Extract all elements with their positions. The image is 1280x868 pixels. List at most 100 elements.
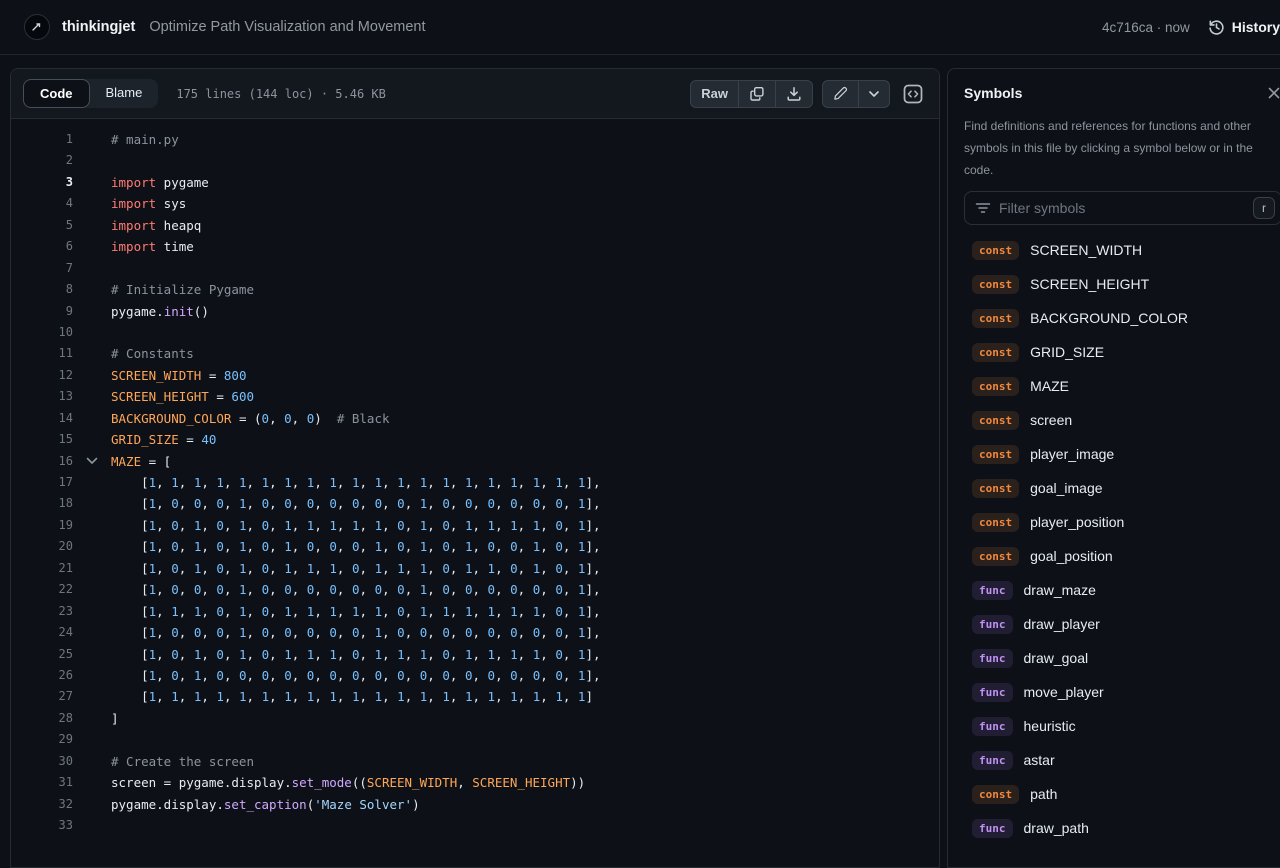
code-line: 20 [1, 0, 1, 0, 1, 0, 1, 0, 0, 0, 1, 0, … [11,536,939,557]
line-number[interactable]: 19 [11,515,73,536]
collapse-toggle[interactable] [73,451,111,472]
symbol-item[interactable]: constMAZE [964,369,1280,403]
code-line: 26 [1, 0, 1, 0, 0, 0, 0, 0, 0, 0, 0, 0, … [11,665,939,686]
symbol-item[interactable]: funcdraw_path [964,811,1280,845]
line-number[interactable]: 11 [11,343,73,364]
line-number[interactable]: 10 [11,322,73,343]
symbol-item[interactable]: constBACKGROUND_COLOR [964,301,1280,335]
line-number[interactable]: 26 [11,665,73,686]
code-line: 6 import time [11,236,939,257]
code-line: 9pygame.init() [11,301,939,322]
line-number[interactable]: 17 [11,472,73,493]
line-number[interactable]: 29 [11,729,73,750]
code-text: pygame.display.set_caption('Maze Solver'… [111,794,939,815]
symbol-kind-badge: const [972,241,1019,260]
symbol-item[interactable]: funcastar [964,743,1280,777]
avatar[interactable] [24,14,50,40]
tab-blame[interactable]: Blame [90,79,159,108]
symbol-item[interactable]: constplayer_position [964,505,1280,539]
line-number[interactable]: 15 [11,429,73,450]
line-number[interactable]: 8 [11,279,73,300]
line-number[interactable]: 1 [11,129,73,150]
code-line: 8# Initialize Pygame [11,279,939,300]
filter-symbols-box: r [964,191,1280,225]
line-number[interactable]: 20 [11,536,73,557]
code-text: [1, 0, 1, 0, 1, 0, 1, 1, 1, 0, 1, 1, 1, … [111,558,939,579]
line-number[interactable]: 14 [11,408,73,429]
line-number[interactable]: 13 [11,386,73,407]
line-number[interactable]: 5 [11,215,73,236]
download-button[interactable] [775,81,812,107]
line-number[interactable]: 25 [11,644,73,665]
symbol-item[interactable]: func draw_goal [964,641,1280,675]
line-number[interactable]: 2 [11,150,73,171]
code-text: BACKGROUND_COLOR = (0, 0, 0) # Black [111,408,939,429]
line-number[interactable]: 12 [11,365,73,386]
symbol-item[interactable]: constSCREEN_HEIGHT [964,267,1280,301]
line-number[interactable]: 28 [11,708,73,729]
edit-button[interactable] [823,81,858,107]
code-text: [1, 0, 0, 0, 1, 0, 0, 0, 0, 0, 0, 0, 1, … [111,493,939,514]
symbol-kind-badge: func [972,649,1013,668]
line-number[interactable]: 31 [11,772,73,793]
line-number[interactable]: 9 [11,301,73,322]
symbol-item[interactable]: funcmove_player [964,675,1280,709]
symbol-item[interactable]: constSCREEN_WIDTH [964,233,1280,267]
line-number[interactable]: 6 [11,236,73,257]
code-text: GRID_SIZE = 40 [111,429,939,450]
close-symbols-button[interactable] [1266,85,1280,101]
code-line: 4import sys [11,193,939,214]
line-number[interactable]: 4 [11,193,73,214]
symbols-title: Symbols [964,85,1022,101]
line-number[interactable]: 18 [11,493,73,514]
copy-icon [749,86,765,102]
symbol-item[interactable]: constscreen [964,403,1280,437]
top-header: thinkingjet Optimize Path Visualization … [0,0,1280,55]
symbol-item[interactable]: funcdraw_maze [964,573,1280,607]
code-text: SCREEN_WIDTH = 800 [111,365,939,386]
line-number[interactable]: 32 [11,794,73,815]
fold-cell [73,558,111,579]
symbol-name: draw_goal [1024,650,1089,666]
line-number[interactable]: 23 [11,601,73,622]
edit-dropdown-button[interactable] [858,81,889,107]
symbol-item[interactable]: constgoal_image [964,471,1280,505]
history-label: History [1232,19,1280,35]
symbol-item[interactable]: constGRID_SIZE [964,335,1280,369]
line-number[interactable]: 16 [11,451,73,472]
filter-symbols-input[interactable] [999,200,1253,216]
code-line: 33 [11,815,939,836]
line-number[interactable]: 22 [11,579,73,600]
fold-cell [73,472,111,493]
symbol-item[interactable]: constgoal_position [964,539,1280,573]
line-number[interactable]: 24 [11,622,73,643]
code-text: import time [111,236,939,257]
symbol-item[interactable]: funcheuristic [964,709,1280,743]
line-number[interactable]: 3 [11,172,73,193]
code-line: 14 BACKGROUND_COLOR = (0, 0, 0) # Black [11,408,939,429]
symbols-toggle-button[interactable] [899,80,927,108]
symbol-item[interactable]: constpath [964,777,1280,811]
copy-button[interactable] [738,81,775,107]
line-number[interactable]: 21 [11,558,73,579]
code-text: screen = pygame.display.set_mode((SCREEN… [111,772,939,793]
code-card-header: Code Blame 175 lines (144 loc) · 5.46 KB… [11,69,939,119]
symbol-item[interactable]: constplayer_image [964,437,1280,471]
code-text: # Create the screen [111,751,939,772]
code-line: 24 [1, 0, 0, 0, 1, 0, 0, 0, 0, 0, 1, 0, … [11,622,939,643]
code-text: import pygame [111,172,939,193]
line-number[interactable]: 30 [11,751,73,772]
close-icon [1266,85,1280,101]
symbol-item[interactable]: funcdraw_player [964,607,1280,641]
line-number[interactable]: 7 [11,258,73,279]
code-line: 11# Constants [11,343,939,364]
line-number[interactable]: 27 [11,686,73,707]
code-line: 19 [1, 0, 1, 0, 1, 0, 1, 1, 1, 1, 1, 0, … [11,515,939,536]
code-line: 29 [11,729,939,750]
code-line: 10 [11,322,939,343]
tab-code[interactable]: Code [23,79,90,108]
fold-cell [73,172,111,193]
history-button[interactable]: History [1208,19,1280,36]
raw-button[interactable]: Raw [691,81,738,107]
line-number[interactable]: 33 [11,815,73,836]
